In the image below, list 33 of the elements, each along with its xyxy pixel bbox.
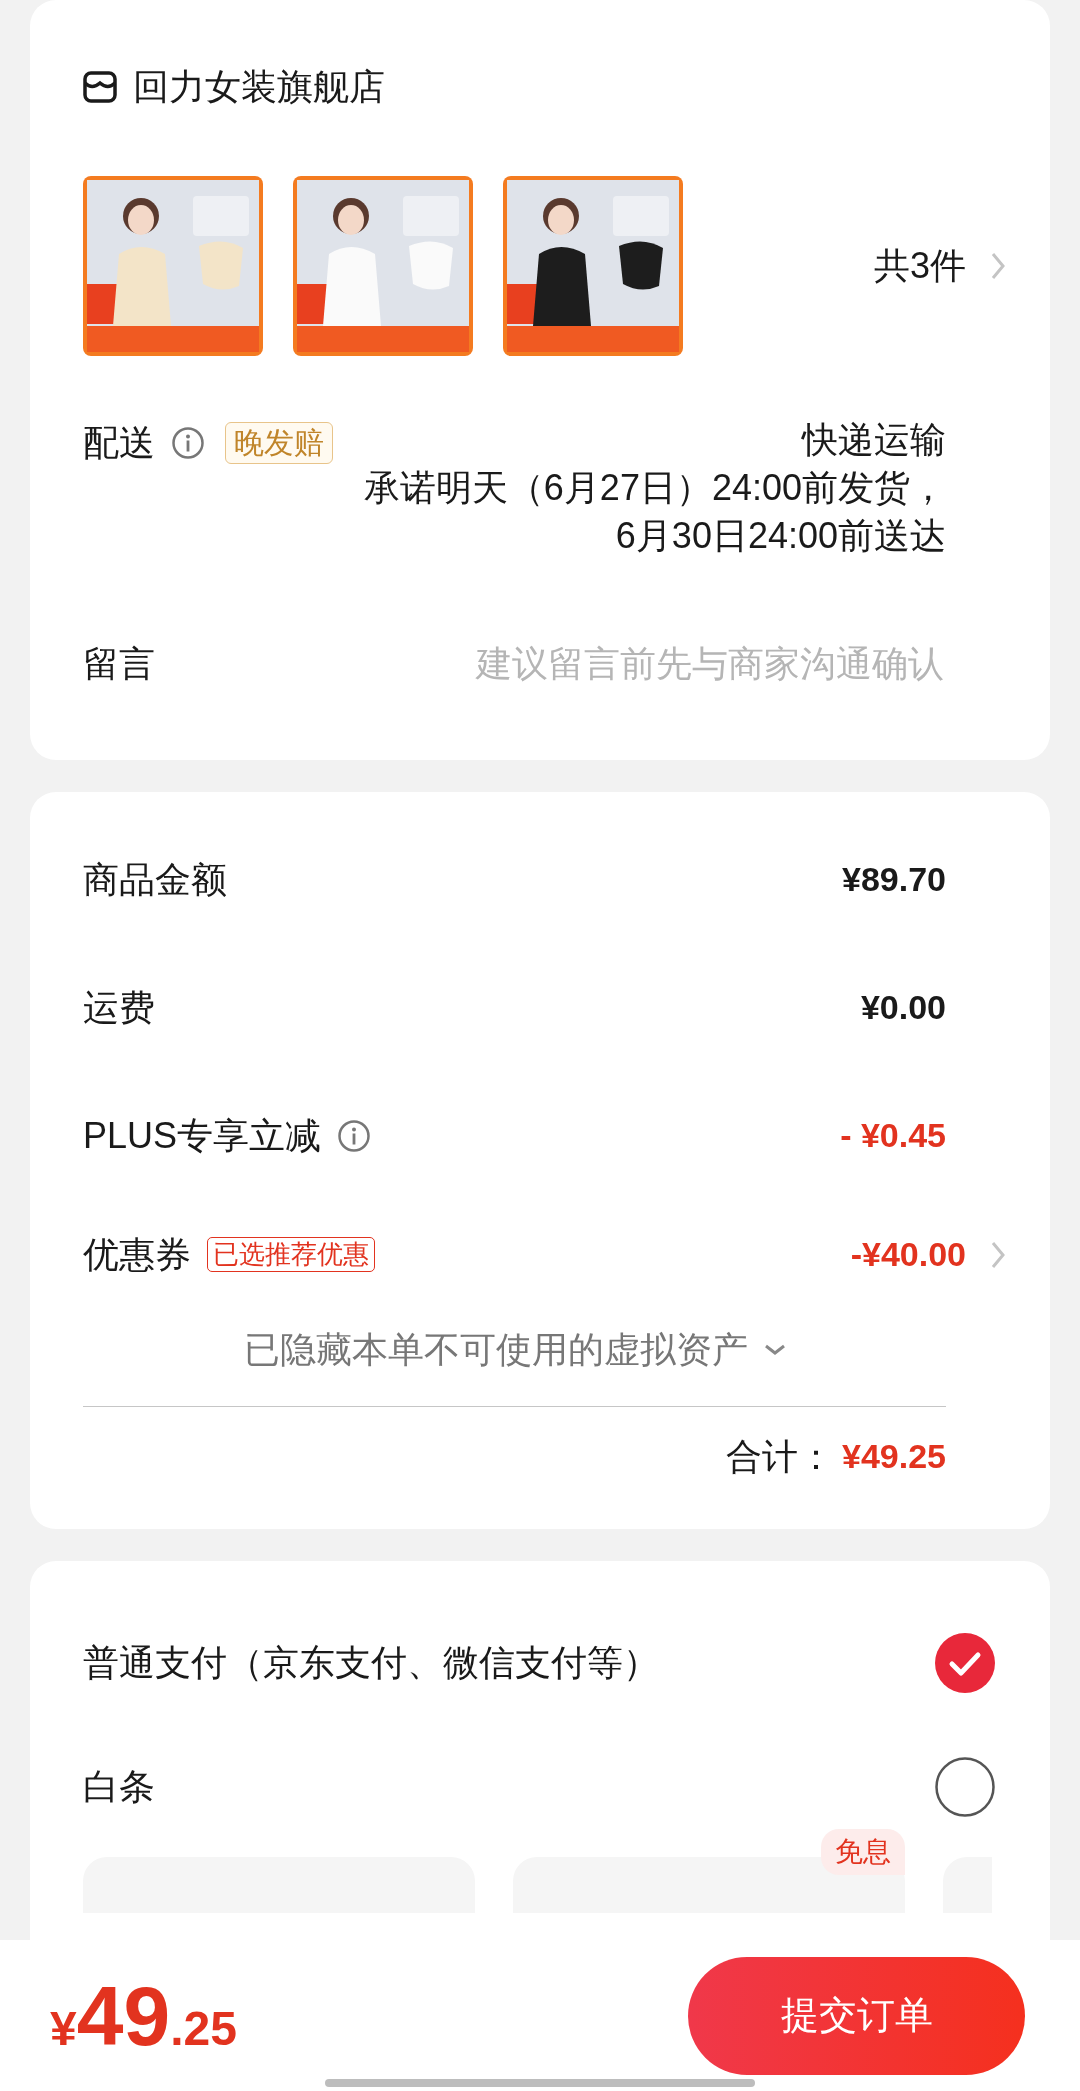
delivery-promise: 承诺明天（6月27日）24:00前发货， bbox=[363, 465, 946, 510]
item-count[interactable]: 共3件 bbox=[873, 239, 966, 293]
store-name[interactable]: 回力女装旗舰店 bbox=[133, 60, 385, 114]
expand-icon[interactable] bbox=[763, 1343, 786, 1356]
fee-value: ¥89.70 bbox=[842, 859, 946, 901]
fee-value: ¥0.00 bbox=[860, 987, 946, 1029]
fee-label: 商品金额 bbox=[83, 857, 227, 902]
total-value: ¥49.25 bbox=[842, 1436, 946, 1478]
total-price: ¥49.25 bbox=[50, 1973, 237, 2058]
message-field[interactable]: 建议留言前先与商家沟通确认 bbox=[326, 635, 946, 692]
interest-free-tag: 免息 bbox=[821, 1828, 905, 1875]
chevron-icon bbox=[990, 251, 1006, 281]
delivery-promise: 6月30日24:00前送达 bbox=[614, 513, 946, 558]
store-icon bbox=[83, 71, 117, 103]
payment-option[interactable]: 普通支付（京东支付、微信支付等） bbox=[83, 1635, 659, 1690]
delivery-label: 配送 bbox=[83, 421, 155, 465]
radio-button[interactable] bbox=[935, 1632, 995, 1693]
submit-order-button[interactable]: 提交订单 bbox=[688, 1956, 1025, 2075]
delivery-method[interactable]: 快递运输 bbox=[363, 416, 946, 464]
fee-value: - ¥0.45 bbox=[840, 1115, 946, 1157]
message-label: 留言 bbox=[83, 641, 155, 686]
fee-label: PLUS专享立减 bbox=[83, 1113, 322, 1158]
total-label: 合计： bbox=[726, 1434, 834, 1479]
late-compensation-tag: 晚发赔 bbox=[225, 422, 333, 464]
fee-value[interactable]: -¥40.00 bbox=[850, 1229, 966, 1281]
fee-label: 运费 bbox=[83, 985, 155, 1030]
coupon-tag: 已选推荐优惠 bbox=[207, 1237, 375, 1273]
info-icon[interactable] bbox=[337, 1118, 372, 1153]
hidden-assets-note[interactable]: 已隐藏本单不可使用的虚拟资产 bbox=[243, 1322, 748, 1377]
fee-label: 优惠券 bbox=[83, 1232, 191, 1277]
info-icon[interactable] bbox=[171, 426, 205, 460]
payment-option[interactable]: 白条 bbox=[83, 1759, 155, 1814]
radio-button[interactable] bbox=[935, 1756, 995, 1817]
